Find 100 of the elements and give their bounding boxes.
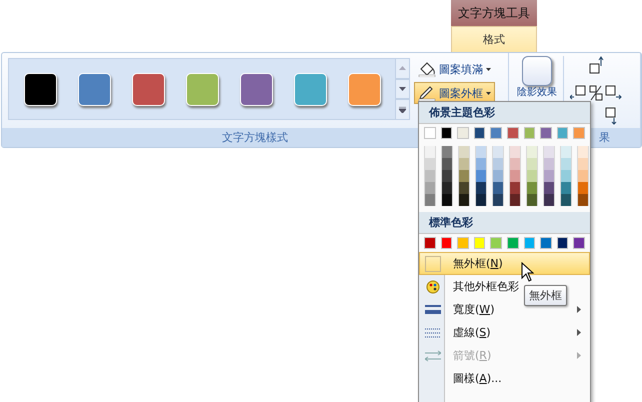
color-swatch[interactable] [506,127,519,139]
caret-icon [486,92,491,94]
color-swatch[interactable] [506,237,519,249]
color-swatch[interactable] [509,158,521,170]
color-swatch[interactable] [440,237,452,249]
color-swatch[interactable] [540,127,552,139]
dashed-lines-icon [424,328,440,338]
color-swatch[interactable] [540,237,552,249]
color-swatch[interactable] [526,170,538,182]
menu-header: 佈景主題色彩 [419,102,590,124]
color-swatch[interactable] [458,194,470,206]
color-swatch[interactable] [526,146,538,158]
color-swatch[interactable] [474,127,486,139]
color-swatch[interactable] [424,237,436,249]
format-tab[interactable]: 格式 [451,26,537,52]
color-swatch[interactable] [475,182,487,194]
style-swatch[interactable] [294,72,326,106]
menu-item[interactable]: 無外框(N) [419,252,590,275]
color-swatch[interactable] [573,127,585,139]
expand-icon [399,106,406,113]
color-swatch[interactable] [577,170,589,182]
color-swatch[interactable] [458,158,470,170]
color-swatch[interactable] [424,158,436,170]
line-weight-icon [424,304,440,314]
color-swatch[interactable] [440,127,452,139]
color-swatch[interactable] [458,146,470,158]
color-swatch[interactable] [526,182,538,194]
more-button[interactable] [395,99,410,120]
color-swatch[interactable] [543,158,555,170]
arrows-icon [424,350,440,362]
color-swatch[interactable] [475,158,487,170]
color-swatch[interactable] [577,182,589,194]
style-swatch[interactable] [240,72,272,106]
color-swatch[interactable] [543,146,555,158]
color-swatch[interactable] [424,170,436,182]
color-swatch[interactable] [475,146,487,158]
style-swatch[interactable] [78,72,110,106]
color-swatch[interactable] [524,127,536,139]
color-swatch[interactable] [556,127,568,139]
color-swatch[interactable] [492,158,504,170]
style-swatch[interactable] [186,72,218,106]
color-swatch[interactable] [543,170,555,182]
tooltip: 無外框 [524,285,567,306]
color-swatch[interactable] [543,182,555,194]
color-swatch[interactable] [573,237,585,249]
color-swatch[interactable] [492,182,504,194]
color-swatch[interactable] [475,170,487,182]
style-swatch[interactable] [348,72,380,106]
color-swatch[interactable] [441,158,453,170]
color-swatch[interactable] [509,170,521,182]
color-swatch[interactable] [474,237,486,249]
style-swatch[interactable] [24,72,56,106]
style-swatch[interactable] [132,72,164,106]
menu-item[interactable]: 虛線(S) [419,321,590,344]
color-swatch[interactable] [509,146,521,158]
menu-item[interactable]: 圖樣(A)... [419,367,590,390]
context-tab-title: 文字方塊工具 [451,0,537,26]
color-swatch[interactable] [441,182,453,194]
color-swatch[interactable] [556,237,568,249]
color-swatch[interactable] [424,182,436,194]
color-swatch[interactable] [543,194,555,206]
color-swatch[interactable] [509,182,521,194]
color-swatch[interactable] [475,194,487,206]
caret-icon [399,66,406,70]
color-swatch[interactable] [577,194,589,206]
color-swatch[interactable] [457,127,469,139]
empty-square-icon [424,256,440,272]
shape-fill-button[interactable]: 圖案填滿 [414,58,495,80]
caret-icon [399,87,406,91]
color-swatch[interactable] [509,194,521,206]
color-swatch[interactable] [441,194,453,206]
color-swatch[interactable] [560,170,572,182]
color-swatch[interactable] [577,146,589,158]
paint-bucket-icon [418,61,436,77]
color-swatch[interactable] [560,146,572,158]
color-swatch[interactable] [560,158,572,170]
color-swatch[interactable] [526,194,538,206]
color-swatch[interactable] [441,146,453,158]
color-swatch[interactable] [458,170,470,182]
color-swatch[interactable] [492,146,504,158]
cursor-icon [521,262,534,282]
color-swatch[interactable] [524,237,536,249]
caret-icon [486,68,491,70]
color-swatch[interactable] [490,237,502,249]
shadow-square-icon [522,56,552,86]
color-swatch[interactable] [560,182,572,194]
color-swatch[interactable] [458,182,470,194]
color-swatch[interactable] [526,158,538,170]
color-swatch[interactable] [490,127,502,139]
palette-icon [426,280,440,294]
color-swatch[interactable] [441,170,453,182]
scroll-down-button[interactable] [395,78,410,100]
color-swatch[interactable] [492,194,504,206]
color-swatch[interactable] [424,194,436,206]
color-swatch[interactable] [577,158,589,170]
color-swatch[interactable] [424,146,436,158]
color-swatch[interactable] [492,170,504,182]
color-swatch[interactable] [424,127,436,139]
color-swatch[interactable] [457,237,469,249]
color-swatch[interactable] [560,194,572,206]
